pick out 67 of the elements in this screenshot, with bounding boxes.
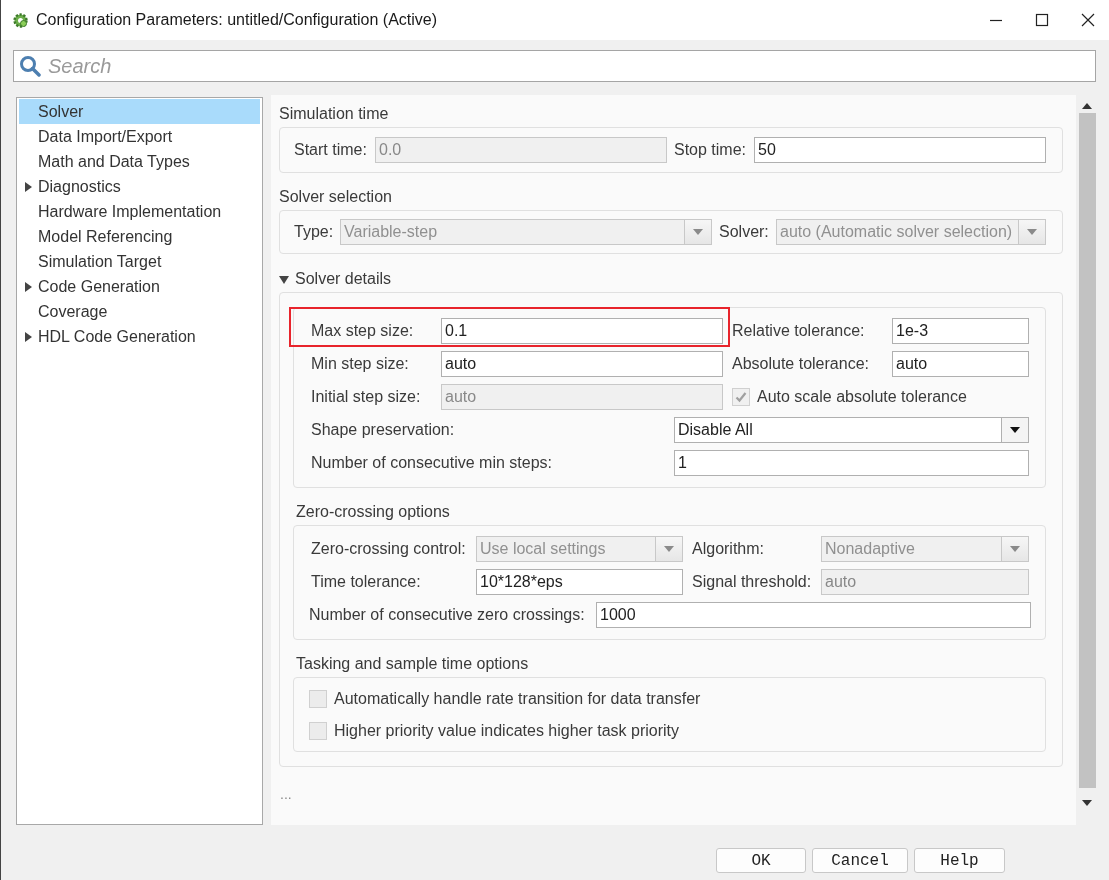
checkbox[interactable]	[309, 722, 327, 740]
checkbox[interactable]	[309, 690, 327, 708]
field-label: Signal threshold:	[692, 573, 813, 591]
dialog-button[interactable]: OK	[716, 848, 806, 873]
window-title: Configuration Parameters: untitled/Configuration (Active)	[36, 11, 439, 29]
field-label: Solver:	[719, 223, 770, 241]
caret-icon	[664, 546, 674, 552]
field-label: Start time:	[294, 141, 368, 159]
text-field[interactable]: 1e-3	[892, 318, 1029, 344]
sidebar-item[interactable]: HDL Code Generation	[19, 324, 260, 349]
field-label: Number of consecutive zero crossings:	[309, 606, 586, 624]
sidebar-item[interactable]: Math and Data Types	[19, 149, 260, 174]
expand-arrow-icon[interactable]	[24, 282, 32, 292]
caret-icon	[1027, 229, 1037, 235]
text-field[interactable]: 50	[754, 137, 1046, 163]
sidebar-item[interactable]: Hardware Implementation	[19, 199, 260, 224]
scroll-up-icon[interactable]	[1082, 103, 1092, 109]
dialog-button[interactable]: Help	[914, 848, 1005, 873]
sidebar-item[interactable]: Diagnostics	[19, 174, 260, 199]
field-label: Initial step size:	[311, 388, 422, 406]
field-label: Stop time:	[674, 141, 748, 159]
more-link[interactable]: ...	[279, 786, 292, 802]
sidebar-item[interactable]: Simulation Target	[19, 249, 260, 274]
field-label: Time tolerance:	[311, 573, 422, 591]
text-field[interactable]: 10*128*eps	[476, 569, 683, 595]
collapse-arrow-icon[interactable]	[279, 274, 289, 284]
checkbox-label: Auto scale absolute tolerance	[757, 388, 967, 406]
section-title: Tasking and sample time options	[295, 654, 530, 674]
dialog-button[interactable]: Cancel	[812, 848, 908, 873]
caret-icon	[1010, 427, 1020, 433]
search-icon	[19, 55, 41, 77]
field-label: Type:	[294, 223, 335, 241]
sidebar-item[interactable]: Coverage	[19, 299, 260, 324]
section-title: Solver selection	[279, 187, 393, 207]
checkbox-label: Higher priority value indicates higher task priority	[334, 722, 680, 740]
field-label: Zero-crossing control:	[311, 540, 467, 558]
section-title: Solver details	[295, 269, 392, 289]
sidebar-item[interactable]: Solver	[19, 99, 260, 124]
field-label: Relative tolerance:	[732, 322, 866, 340]
text-field[interactable]: 0.1	[441, 318, 723, 344]
search-field[interactable]: Search	[13, 50, 1096, 82]
checkmark-icon	[734, 390, 748, 404]
maximize-icon[interactable]	[1035, 13, 1049, 27]
field-label: Absolute tolerance:	[732, 355, 870, 373]
checkbox-label: Automatically handle rate transition for data transfer	[334, 690, 701, 708]
close-icon[interactable]	[1081, 13, 1095, 27]
gear-icon	[12, 11, 29, 29]
text-field[interactable]: 1000	[596, 602, 1031, 628]
dropdown[interactable]: Disable All	[674, 417, 1029, 443]
section-title: Zero-crossing options	[295, 502, 451, 522]
caret-icon	[1010, 546, 1020, 552]
field-label: Max step size:	[311, 322, 415, 340]
scroll-down-icon[interactable]	[1082, 800, 1092, 806]
sidebar-item[interactable]: Data Import/Export	[19, 124, 260, 149]
text-field[interactable]: auto	[441, 351, 723, 377]
field-label: Shape preservation:	[311, 421, 456, 439]
expand-arrow-icon[interactable]	[24, 182, 32, 192]
field-label: Min step size:	[311, 355, 410, 373]
text-field[interactable]: auto	[892, 351, 1029, 377]
expand-arrow-icon[interactable]	[24, 332, 32, 342]
sidebar-item[interactable]: Code Generation	[19, 274, 260, 299]
text-field[interactable]: 1	[674, 450, 1029, 476]
field-label: Number of consecutive min steps:	[311, 454, 553, 472]
sidebar-item[interactable]: Model Referencing	[19, 224, 260, 249]
caret-icon	[693, 229, 703, 235]
section-title: Simulation time	[279, 104, 390, 124]
field-label: Algorithm:	[692, 540, 766, 558]
